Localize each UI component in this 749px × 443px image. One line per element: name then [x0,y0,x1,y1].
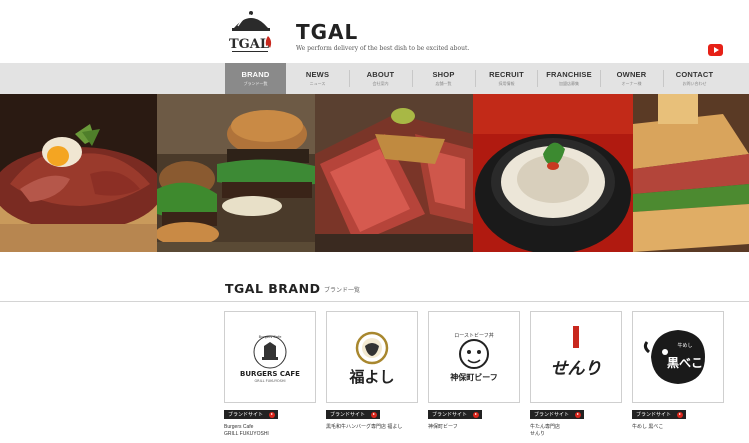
brand-logo-fukuyoshi[interactable]: 福よし [326,311,418,403]
hero-photo-burger [157,94,315,252]
brand-name: Burgers Cafe GRILL FUKUYOSHI [224,424,269,437]
nav-sublabel: 採用情報 [498,81,515,86]
arrow-circle-icon [269,411,276,418]
nav-item-brand[interactable]: BRAND ブランド一覧 [225,63,286,94]
brand-site-label: ブランドサイト [432,412,468,418]
arrow-circle-icon [473,411,480,418]
brand-card-burgers-cafe[interactable]: Burgers Cafe BURGERS CAFE GRILL FUKUYOSH… [224,311,316,437]
brand-site-button[interactable]: ブランドサイト [632,410,687,419]
nav-sublabel: お問い合わせ [682,81,707,86]
nav-item-franchise[interactable]: FRANCHISE 加盟店募集 [538,63,600,94]
brand-card-senri[interactable]: せんり ブランドサイト 牛たん専門店 せんり [530,311,622,437]
brand-site-label: ブランドサイト [636,412,672,418]
brand-site-label: ブランドサイト [330,412,366,418]
brand-site-button[interactable]: ブランドサイト [326,410,381,419]
hero-photo-tororo-bowl [473,94,633,252]
section-divider [0,301,749,302]
nav-label: BRAND [241,70,270,79]
brand-logo-main-text: 黒べこ [667,356,703,370]
site-header: TGAL TGAL We perform delivery of the bes… [0,0,749,63]
nav-item-recruit[interactable]: RECRUIT 採用情報 [476,63,537,94]
brand-name: 黒毛和牛ハンバーグ専門店 福よし [326,424,403,430]
tgal-logo[interactable]: TGAL [224,6,278,58]
nav-label: CONTACT [675,70,714,79]
brand-logo-main-text: 福よし [348,368,394,386]
nav-item-contact[interactable]: CONTACT お問い合わせ [664,63,725,94]
nav-label: ABOUT [366,70,395,79]
brand-site-button[interactable]: ブランドサイト [224,410,279,419]
section-title: TGAL BRAND [225,281,321,296]
site-tagline: We perform delivery of the best dish to … [296,45,470,52]
youtube-icon[interactable] [708,44,723,56]
brand-logo-main-text: せんり [551,359,602,379]
brand-logo-sub-text: GRILL FUKUYOSHI [254,379,285,383]
arrow-circle-icon [677,411,684,418]
arrow-circle-icon [371,411,378,418]
brand-card-jimbocho-beef[interactable]: ローストビーフ丼 神保町ビーフ ブランドサイト 神保町ビーフ [428,311,520,431]
nav-label: SHOP [432,70,455,79]
nav-label: NEWS [305,70,330,79]
section-subtitle: ブランド一覧 [324,288,361,294]
brand-logo-kurobeko[interactable]: 牛めし 黒べこ [632,311,724,403]
nav-item-about[interactable]: ABOUT 会社案内 [350,63,411,94]
brand-card-fukuyoshi[interactable]: 福よし ブランドサイト 黒毛和牛ハンバーグ専門店 福よし [326,311,418,431]
brand-site-button[interactable]: ブランドサイト [428,410,483,419]
site-title: TGAL [296,20,359,44]
nav-label: RECRUIT [489,70,524,79]
nav-label: OWNER [616,70,647,79]
brand-logo-top-text: Burgers Cafe [259,335,282,339]
hero-photo-roastbeef-bowl [0,94,157,252]
nav-item-news[interactable]: NEWS ニュース [287,63,348,94]
brand-site-label: ブランドサイト [228,412,264,418]
brand-name: 牛たん専門店 せんり [530,424,561,437]
brand-site-button[interactable]: ブランドサイト [530,410,585,419]
brand-logo-senri[interactable]: せんり [530,311,622,403]
arrow-circle-icon [575,411,582,418]
logo-text: TGAL [229,37,269,52]
brand-logo-main-text: 神保町ビーフ [450,372,498,382]
brand-logo-main-text: BURGERS CAFE [240,370,300,378]
nav-sublabel: 店舗一覧 [435,81,452,86]
brand-logo-burgers-cafe[interactable]: Burgers Cafe BURGERS CAFE GRILL FUKUYOSH… [224,311,316,403]
hero-photo-sandwich [633,94,749,252]
nav-sublabel: 加盟店募集 [559,81,579,86]
brand-card-kurobeko[interactable]: 牛めし 黒べこ ブランドサイト 牛めし 黒べこ [632,311,724,431]
nav-sublabel: 会社案内 [372,81,389,86]
nav-sublabel: ニュース [309,81,326,86]
nav-label: FRANCHISE [546,70,592,79]
nav-item-shop[interactable]: SHOP 店舗一覧 [413,63,474,94]
brand-name: 神保町ビーフ [428,424,458,430]
hero-banner [0,94,749,252]
global-nav: BRAND ブランド一覧 NEWS ニュース ABOUT 会社案内 SHOP 店… [0,63,749,94]
brand-name: 牛めし 黒べこ [632,424,664,430]
nav-sublabel: ブランド一覧 [243,81,268,86]
brand-site-label: ブランドサイト [534,412,570,418]
nav-sublabel: オーナー様 [621,81,642,86]
hero-photo-steak [315,94,473,252]
brand-logo-jimbocho-beef[interactable]: ローストビーフ丼 神保町ビーフ [428,311,520,403]
brand-logo-top-text: ローストビーフ丼 [454,332,493,339]
nav-item-owner[interactable]: OWNER オーナー様 [601,63,662,94]
brand-logo-top-text: 牛めし [677,342,692,349]
